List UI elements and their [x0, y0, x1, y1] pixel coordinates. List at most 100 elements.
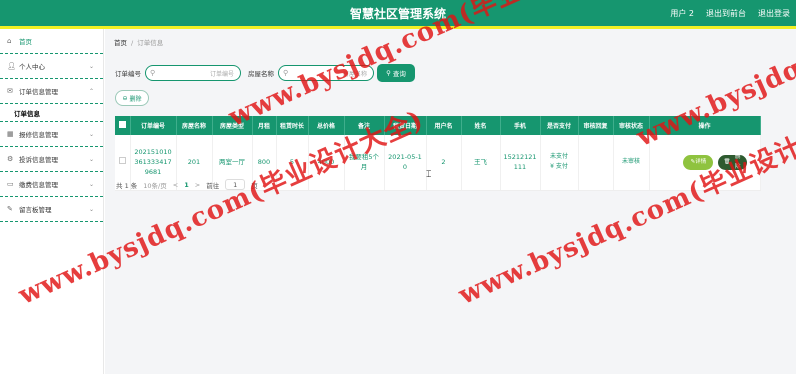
cell-date: 2021-05-10	[384, 135, 427, 191]
sidebar-item-label: 报修信息管理	[19, 131, 58, 139]
sidebar-item-label: 留言板管理	[19, 206, 52, 214]
sidebar-item-repair-management[interactable]: ▦ 报修信息管理 ⌄	[0, 122, 103, 147]
chevron-down-icon: ⌄	[88, 155, 94, 163]
breadcrumb-current: 订单信息	[137, 39, 164, 47]
breadcrumb-separator: /	[131, 39, 134, 47]
house-name-placeholder: 房屋名称	[342, 70, 367, 78]
chevron-down-icon: ⌄	[88, 130, 94, 138]
house-name-input[interactable]: ⚲ 房屋名称	[278, 65, 374, 81]
house-name-label: 房屋名称	[248, 70, 274, 78]
sidebar-item-complaint-management[interactable]: ⚙ 投诉信息管理 ⌄	[0, 147, 103, 172]
main-content: 首页 / 订单信息 订单编号 ⚲ 订单编号 房屋名称 ⚲ 房屋名称 ⚲ 查询 ⊖ 删…	[105, 29, 796, 374]
cell-phone: 15212121111	[500, 135, 541, 191]
mail-icon: ✉	[7, 87, 13, 95]
pagination: 共 1 条 10条/页 < 1 > 前往 1 页	[116, 179, 258, 190]
row-checkbox[interactable]	[118, 157, 126, 165]
sidebar-item-label: 缴费信息管理	[19, 181, 58, 189]
card-icon: ▭	[7, 180, 14, 188]
column-header: 用户名	[426, 116, 462, 135]
top-links: 用户 2 退出到前台 退出登录	[670, 8, 790, 19]
chevron-down-icon: ⌄	[88, 205, 94, 213]
sidebar-subitem-order-info[interactable]: 订单信息	[0, 104, 103, 122]
page-unit-label: 页	[251, 181, 258, 190]
top-bar: 智慧社区管理系统 用户 2 退出到前台 退出登录	[0, 0, 796, 26]
search-icon: ⚲	[283, 69, 289, 77]
search-icon: ⚲	[386, 69, 391, 77]
trash-icon: 🗑︎	[723, 159, 731, 166]
cell-name: 王飞	[461, 135, 501, 191]
delete-icon: ⊖	[122, 94, 128, 102]
column-header: 房屋名称	[176, 116, 213, 135]
page-number[interactable]: 1	[184, 181, 189, 189]
column-header: 手机	[500, 116, 541, 135]
detail-button[interactable]: ✎ 详情	[683, 154, 714, 170]
row-delete-button[interactable]: 🗑︎ 删除	[717, 154, 747, 170]
chevron-down-icon: ⌄	[88, 62, 94, 70]
column-header: 审核状态	[613, 116, 650, 135]
sidebar-item-label: 个人中心	[19, 63, 45, 71]
settings-icon: ⚙	[7, 155, 14, 163]
query-button[interactable]: ⚲ 查询	[377, 64, 415, 82]
cell-operations: ✎ 详情 🗑︎ 删除	[649, 135, 761, 191]
order-no-input[interactable]: ⚲ 订单编号	[145, 65, 241, 81]
cell-pay-status: 未支付 ¥ 支付	[540, 135, 579, 191]
detail-button-label: 详情	[695, 159, 707, 166]
sidebar-item-payment-management[interactable]: ▭ 缴费信息管理 ⌄	[0, 172, 103, 197]
order-no-placeholder: 订单编号	[209, 70, 234, 78]
goto-frontend-link[interactable]: 退出到前台	[706, 8, 746, 19]
pay-link-label: 支付	[555, 163, 568, 171]
cell-total: 4000	[308, 135, 345, 191]
home-icon: ⌂	[7, 37, 12, 45]
column-header: 审核回复	[578, 116, 614, 135]
pay-icon: ¥	[550, 163, 554, 171]
breadcrumb-home[interactable]: 首页	[114, 39, 127, 47]
column-header: 租赁时长	[276, 116, 309, 135]
grid-icon: ▦	[7, 130, 14, 138]
sidebar-item-label: 首页	[19, 38, 32, 46]
pay-status-text: 未支付	[549, 153, 568, 161]
order-no-label: 订单编号	[115, 70, 141, 78]
cell-duration: 5	[276, 135, 309, 191]
select-all-checkbox[interactable]	[118, 121, 126, 128]
column-header: 租赁日期	[384, 116, 427, 135]
search-row: 订单编号 ⚲ 订单编号 房屋名称 ⚲ 房屋名称 ⚲ 查询	[115, 64, 415, 82]
goto-page-input[interactable]: 1	[225, 179, 246, 190]
chevron-down-icon: ⌄	[88, 180, 94, 188]
query-button-label: 查询	[392, 70, 406, 78]
sidebar-item-order-management[interactable]: ✉ 订单信息管理 ⌃	[0, 79, 103, 104]
user-icon: 👤︎	[7, 62, 16, 70]
batch-delete-label: 删除	[129, 95, 142, 103]
pay-link[interactable]: ¥ 支付	[543, 162, 576, 172]
table-header-row: 订单编号 房屋名称 房屋类型 月租 租赁时长 总价格 备注 租赁日期 用户名 姓…	[115, 116, 761, 135]
sidebar-item-personal-center[interactable]: 👤︎ 个人中心 ⌄	[0, 54, 103, 79]
logout-link[interactable]: 退出登录	[758, 8, 790, 19]
column-header: 操作	[649, 116, 761, 135]
cell-audit-reply	[578, 135, 614, 191]
sidebar-item-label: 投诉信息管理	[19, 156, 58, 164]
current-user-link[interactable]: 用户 2	[670, 8, 694, 19]
column-header: 月租	[252, 116, 277, 135]
sidebar: ⌂ 首页 👤︎ 个人中心 ⌄ ✉ 订单信息管理 ⌃ 订单信息 ▦ 报修信息管理 …	[0, 29, 104, 374]
chat-icon: ✎	[7, 205, 13, 213]
column-header: 备注	[344, 116, 385, 135]
breadcrumb: 首页 / 订单信息	[114, 37, 163, 47]
sidebar-item-label: 订单信息管理	[19, 88, 58, 96]
pagination-total: 共 1 条	[116, 181, 138, 190]
chevron-up-icon: ⌃	[88, 87, 94, 95]
mouse-cursor-icon: ⌶	[426, 170, 432, 180]
batch-delete-button[interactable]: ⊖ 删除	[115, 90, 149, 106]
page-size-select[interactable]: 10条/页	[143, 180, 166, 190]
next-page-button[interactable]: >	[195, 181, 200, 189]
column-header: 总价格	[308, 116, 345, 135]
column-header: 订单编号	[130, 116, 177, 135]
sidebar-item-home[interactable]: ⌂ 首页	[0, 29, 103, 54]
prev-page-button[interactable]: <	[173, 181, 178, 189]
cell-username: 2	[426, 135, 462, 191]
cell-audit-status: 未审核	[613, 135, 650, 191]
sidebar-item-message-board[interactable]: ✎ 留言板管理 ⌄	[0, 197, 103, 222]
cell-remark: 我要租5个月	[344, 135, 385, 191]
column-header: 房屋类型	[212, 116, 253, 135]
goto-label: 前往	[206, 181, 220, 190]
column-header: 姓名	[461, 116, 501, 135]
select-all-header[interactable]	[115, 116, 131, 135]
